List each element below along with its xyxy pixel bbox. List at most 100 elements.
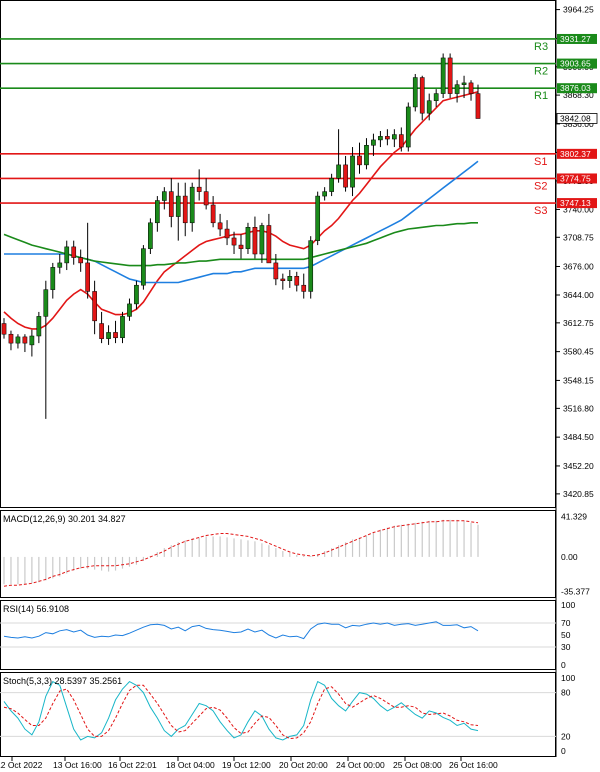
- candle-body: [29, 335, 35, 346]
- candle-body: [57, 262, 63, 268]
- rsi-tick-label: 0: [561, 660, 566, 670]
- candle-body: [8, 333, 14, 344]
- candle-body: [273, 262, 279, 280]
- candle-body: [113, 332, 118, 339]
- candle-body: [266, 225, 272, 264]
- candle-body: [238, 244, 244, 249]
- candle-body: [336, 164, 341, 179]
- price-tick-label: 3420.85: [563, 489, 594, 499]
- candle-body: [85, 262, 90, 292]
- chart-root: 3964.253932.003900.003868.303836.003804.…: [0, 0, 598, 770]
- x-tick-label: 24 Oct 00:00: [336, 760, 385, 770]
- candle-body: [92, 291, 97, 322]
- candle-body: [322, 191, 327, 197]
- last-price-label: 3842.08: [560, 113, 591, 123]
- candle-body: [189, 186, 195, 224]
- candle-body: [315, 195, 321, 241]
- x-tick-label: 18 Oct 04:00: [166, 760, 215, 770]
- candle-body: [182, 195, 188, 224]
- rsi-tick-label: 30: [561, 642, 571, 652]
- rsi-tick-label: 50: [561, 630, 571, 640]
- candle-body: [447, 57, 453, 94]
- candle-body: [412, 77, 418, 108]
- candle-body: [294, 276, 300, 286]
- rsi-title: RSI(14) 56.9108: [3, 604, 69, 614]
- candle-body: [468, 82, 474, 94]
- level-price-s3: 3747.13: [560, 198, 591, 208]
- macd-title: MACD(12,26,9) 30.201 34.827: [3, 514, 126, 524]
- candle-body: [301, 284, 307, 292]
- candle-body: [308, 240, 314, 292]
- x-tick-label: 13 Oct 16:00: [53, 760, 102, 770]
- candle-body: [161, 191, 167, 201]
- x-tick-label: 19 Oct 12:00: [222, 760, 271, 770]
- level-name-r1: R1: [534, 90, 548, 102]
- price-tick-label: 3516.80: [563, 403, 594, 413]
- candle-body: [280, 278, 286, 281]
- level-name-s3: S3: [534, 205, 547, 217]
- macd-tick-label: -35.377: [561, 586, 590, 596]
- candle-body: [71, 246, 77, 258]
- candle-body: [252, 227, 258, 255]
- stoch-tick-label: 100: [561, 673, 575, 683]
- level-name-r3: R3: [534, 41, 548, 53]
- price-tick-label: 3484.50: [563, 432, 594, 442]
- candle-body: [371, 139, 376, 146]
- candle-body: [148, 222, 153, 249]
- candle: [440, 53, 446, 99]
- stoch-tick-label: 20: [561, 731, 571, 741]
- candle-body: [364, 145, 369, 166]
- candle-body: [155, 200, 160, 224]
- x-tick-label: 20 Oct 20:00: [279, 760, 328, 770]
- candle-body: [50, 267, 56, 290]
- rsi-tick-label: 70: [561, 618, 571, 628]
- candle: [141, 245, 146, 290]
- candle-body: [426, 100, 432, 114]
- candle-body: [217, 222, 223, 230]
- price-pane: [0, 0, 556, 508]
- candle-body: [99, 323, 104, 339]
- candle-body: [405, 106, 411, 148]
- candle-body: [120, 316, 125, 339]
- candle-body: [231, 237, 237, 246]
- candle-body: [78, 257, 84, 264]
- candle-body: [64, 246, 70, 264]
- level-price-s1: 3802.37: [560, 149, 591, 159]
- price-tick-label: 3708.75: [563, 232, 594, 242]
- candle-body: [378, 136, 383, 141]
- candle: [315, 191, 321, 246]
- candle-body: [419, 77, 425, 114]
- candle-body: [196, 186, 202, 192]
- candle-body: [127, 303, 132, 317]
- candle-body: [440, 57, 446, 94]
- price-tick-label: 3612.75: [563, 318, 594, 328]
- candle-body: [168, 191, 174, 217]
- candle-body: [203, 191, 209, 206]
- price-tick-label: 3644.00: [563, 290, 594, 300]
- candle: [405, 102, 411, 152]
- level-price-r3: 3931.27: [560, 34, 591, 44]
- candle-body: [357, 155, 362, 166]
- candle-body: [475, 93, 481, 119]
- stoch-tick-label: 80: [561, 688, 571, 698]
- candle: [447, 53, 453, 99]
- candle-body: [22, 336, 28, 344]
- candle: [412, 73, 418, 112]
- price-tick-label: 3548.15: [563, 375, 594, 385]
- rsi-tick-label: 100: [561, 600, 575, 610]
- candle-body: [259, 225, 265, 255]
- candle-body: [343, 164, 348, 188]
- macd-tick-label: 0.00: [561, 552, 578, 562]
- level-name-r2: R2: [534, 66, 548, 78]
- candle-body: [224, 228, 230, 239]
- level-price-r1: 3876.03: [560, 83, 591, 93]
- candle-body: [287, 276, 293, 281]
- candle-body: [141, 248, 146, 286]
- candle-body: [398, 134, 404, 148]
- candle-body: [329, 177, 334, 192]
- candle-body: [245, 227, 251, 249]
- candle-body: [433, 93, 439, 101]
- macd-tick-label: 41.329: [561, 512, 587, 522]
- candle-body: [350, 155, 355, 188]
- candle-body: [454, 84, 460, 94]
